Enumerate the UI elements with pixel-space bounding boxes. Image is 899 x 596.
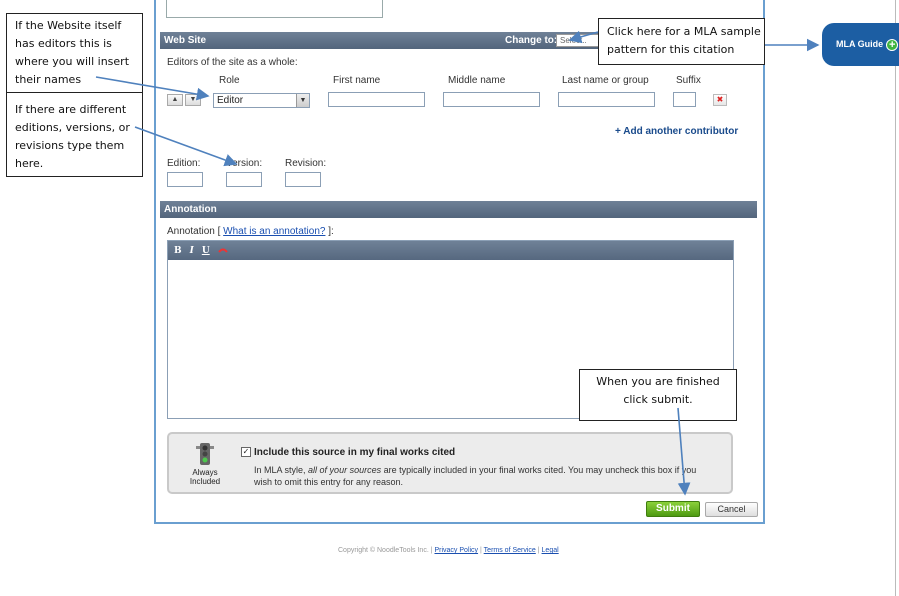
delete-contributor-button[interactable]: ✖ [713,94,727,106]
previous-field-input[interactable] [166,0,383,18]
privacy-policy-link[interactable]: Privacy Policy [434,547,478,554]
edition-input[interactable] [167,172,203,187]
callout-line: If there are different [15,103,127,116]
included-label: Included [189,477,221,486]
callout-line: pattern for this citation [607,43,735,56]
role-select[interactable]: Editor ▼ [213,93,310,108]
callout-submit: When you are finished click submit. [579,369,737,421]
annotation-label-suffix: ]: [328,226,334,237]
annotation-section-title: Annotation [164,204,217,215]
add-contributor-link[interactable]: + Add another contributor [615,126,738,137]
first-name-column-header: First name [333,75,381,86]
bold-button[interactable]: B [174,246,182,256]
role-column-header: Role [219,75,240,86]
move-down-button[interactable]: ▼ [185,94,201,106]
include-desc-part-2: are typically included in your final wor… [383,465,697,475]
callout-line: where you will insert [15,55,130,68]
callout-line: has editors this is [15,37,112,50]
middle-name-column-header: Middle name [448,75,506,86]
edition-label: Edition: [167,158,201,169]
suffix-column-header: Suffix [676,75,701,86]
cancel-button[interactable]: Cancel [705,502,758,517]
legal-link[interactable]: Legal [542,547,559,554]
suffix-input[interactable] [673,92,696,107]
revision-label: Revision: [285,158,327,169]
callout-line: If the Website itself [15,19,122,32]
window-edge [895,0,896,596]
always-included-label: Always Included [182,468,228,486]
version-label: Version: [226,158,263,169]
editors-label: Editors of the site as a whole: [167,57,298,68]
footer-separator: | [537,547,540,554]
underline-button[interactable]: U [202,246,210,256]
web-site-section-title: Web Site [164,35,207,46]
include-desc-emphasis: all of your sources [308,465,382,475]
footer-separator: | [480,547,482,554]
italic-button[interactable]: I [190,246,194,256]
submit-button[interactable]: Submit [646,501,700,517]
include-checkbox[interactable]: ✓ [241,447,251,457]
change-to-label: Change to: [505,35,558,46]
callout-line: Click here for a MLA sample [607,25,761,38]
editor-toolbar: B I U [168,241,733,260]
delete-icon: ✖ [716,95,724,104]
callout-editors: If the Website itself has editors this i… [6,13,143,93]
mla-guide-label: MLA Guide [836,39,884,49]
callout-mla: Click here for a MLA sample pattern for … [598,18,765,65]
change-to-select[interactable]: Select.. [556,34,604,47]
version-input[interactable] [226,172,262,187]
mla-guide-button[interactable]: MLA Guide + [822,23,899,66]
annotation-label: Annotation [ What is an annotation? ]: [167,226,334,237]
callout-editions: If there are different editions, version… [6,93,143,177]
chevron-down-icon: ▼ [296,94,309,107]
include-desc-part-1: In MLA style, [254,465,306,475]
callout-line: their names [15,73,82,86]
arrow-down-icon: ▼ [189,96,197,103]
plus-icon: + [886,38,899,51]
annotation-section-bar: Annotation [160,201,757,218]
include-description: In MLA style, all of your sources are ty… [254,464,724,488]
always-label: Always [192,468,218,477]
first-name-input[interactable] [328,92,425,107]
copyright-text: Copyright © NoodleTools Inc. | [338,547,433,554]
what-is-annotation-link[interactable]: What is an annotation? [223,226,325,237]
callout-line: revisions type them [15,139,125,152]
footer: Copyright © NoodleTools Inc. | Privacy P… [338,547,559,554]
annotation-label-prefix: Annotation [ [167,226,221,237]
spellcheck-icon[interactable] [217,247,228,255]
middle-name-input[interactable] [443,92,540,107]
callout-line: here. [15,157,44,170]
traffic-light-icon [196,443,214,465]
callout-line: click submit. [623,393,693,406]
last-name-input[interactable] [558,92,655,107]
terms-of-service-link[interactable]: Terms of Service [484,547,536,554]
last-name-column-header: Last name or group [562,75,649,86]
include-desc-part-3: wish to omit this entry for any reason. [254,477,404,487]
role-select-value: Editor [217,95,244,106]
revision-input[interactable] [285,172,321,187]
move-up-button[interactable]: ▲ [167,94,183,106]
include-checkbox-label: Include this source in my final works ci… [254,447,456,458]
callout-line: When you are finished [596,375,720,388]
arrow-up-icon: ▲ [171,96,179,103]
callout-line: editions, versions, or [15,121,130,134]
